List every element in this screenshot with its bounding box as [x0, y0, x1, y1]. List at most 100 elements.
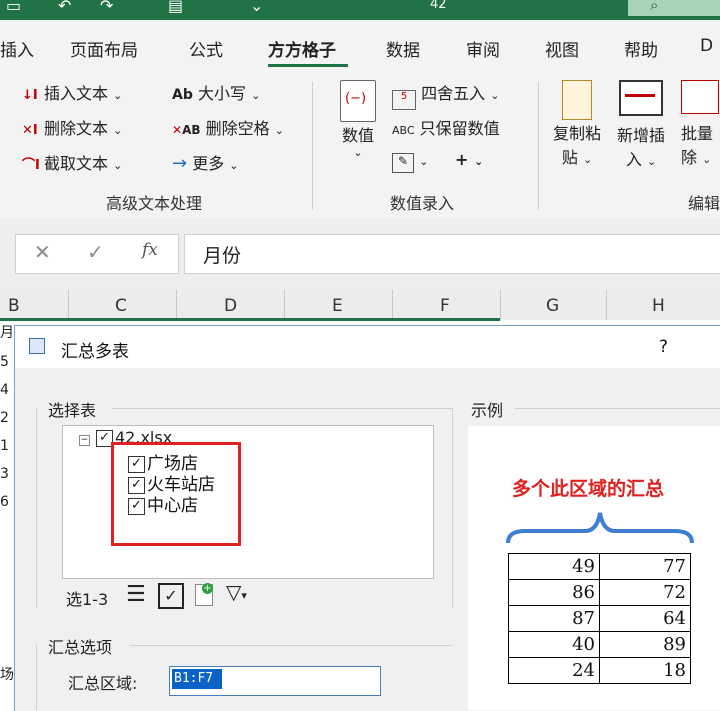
column-divider — [392, 290, 393, 320]
column-header-e[interactable]: E — [332, 296, 343, 316]
example-label: 示例 — [471, 401, 504, 420]
tab-formulas[interactable]: 公式 — [189, 36, 223, 61]
example-table: 49 77 86 72 87 64 40 89 24 18 — [508, 553, 691, 684]
column-header-b[interactable]: B — [8, 296, 20, 316]
group-frame — [515, 408, 720, 409]
ribbon-separator — [538, 82, 539, 210]
keep-values-button[interactable]: ABC 只保留数值 — [392, 115, 500, 139]
title-bar: ▭ ↶ ↷ ▤ ⌄ 42 ⌕ — [0, 0, 720, 20]
enter-icon[interactable]: ✓ — [87, 240, 104, 264]
table-row: 87 64 — [508, 605, 691, 632]
round-icon: 5 — [392, 90, 416, 110]
insert-text-icon: ↓Ⅰ — [22, 88, 38, 103]
cell-fragment: 6 — [0, 494, 9, 510]
case-icon: Ab — [172, 87, 193, 103]
example-caption: 多个此区域的汇总 — [512, 478, 665, 500]
remove-spaces-icon: ✕AB — [172, 123, 201, 137]
delete-text-button[interactable]: ✕Ⅰ 删除文本 ⌄ — [22, 115, 122, 139]
group-frame — [130, 645, 452, 646]
column-divider — [176, 290, 177, 320]
table-row: 49 77 — [508, 553, 691, 580]
column-header-c[interactable]: C — [115, 296, 127, 316]
select-range-label[interactable]: 选1-3 — [66, 586, 108, 610]
abc-icon: ABC — [392, 124, 415, 137]
check-all-icon[interactable]: ✓ — [158, 583, 184, 609]
undo-icon[interactable]: ↶ — [58, 0, 71, 15]
formula-value: 月份 — [203, 245, 242, 267]
help-button[interactable]: ? — [659, 337, 668, 357]
number-icon: (−) — [340, 80, 376, 122]
arrow-right-icon: → — [172, 153, 188, 174]
list-icon[interactable]: ☰ — [126, 582, 146, 607]
group-frame — [36, 408, 37, 608]
extract-text-button[interactable]: ⌒Ⅰ 截取文本 ⌄ — [22, 150, 122, 174]
column-header-row — [0, 290, 720, 320]
copy-paste-button[interactable]: 复制粘 贴 ⌄ — [553, 80, 601, 168]
window-title: 42 — [430, 0, 447, 12]
cancel-icon[interactable]: ✕ — [34, 240, 51, 264]
column-header-f[interactable]: F — [440, 296, 450, 316]
more-button[interactable]: → 更多 ⌄ — [172, 150, 239, 174]
select-table-label: 选择表 — [48, 401, 97, 420]
column-header-d[interactable]: D — [224, 296, 237, 316]
selection-border — [0, 318, 500, 321]
edit-icon: ✎ — [392, 153, 414, 173]
cell-fragment: 4 — [0, 382, 9, 398]
formula-input[interactable]: 月份 — [184, 234, 720, 274]
add-file-icon[interactable]: + — [195, 583, 213, 606]
tab-review[interactable]: 审阅 — [466, 36, 500, 61]
active-tab-indicator — [268, 64, 348, 67]
extract-text-icon: ⌒Ⅰ — [22, 158, 40, 173]
case-button[interactable]: Ab 大小写 ⌄ — [172, 80, 260, 104]
tab-view[interactable]: 视图 — [545, 36, 579, 61]
save-icon[interactable]: ▭ — [6, 0, 21, 15]
round-button[interactable]: 5 四舍五入 ⌄ — [392, 80, 499, 110]
tab-more[interactable]: D — [700, 36, 713, 56]
app-icon — [29, 338, 45, 354]
dialog-title: 汇总多表 — [61, 342, 129, 362]
table-row: 40 89 — [508, 631, 691, 658]
column-divider — [68, 290, 69, 320]
number-button[interactable]: (−) 数值 ⌄ — [335, 80, 381, 172]
tab-help[interactable]: 帮助 — [624, 36, 658, 61]
search-box[interactable]: ⌕ — [628, 0, 720, 16]
brace-icon — [506, 512, 694, 544]
column-header-h[interactable]: H — [652, 296, 665, 316]
cell-fragment: 1 — [0, 438, 9, 454]
group-label-text: 高级文本处理 — [106, 194, 203, 213]
tab-page-layout[interactable]: 页面布局 — [70, 36, 138, 61]
cell-fragment: 3 — [0, 466, 9, 482]
redo-icon[interactable]: ↷ — [100, 0, 113, 15]
group-label-edit: 编辑 — [688, 194, 720, 213]
remove-spaces-button[interactable]: ✕AB 删除空格 ⌄ — [172, 115, 284, 139]
insert-function-icon[interactable]: fx — [142, 240, 158, 260]
ribbon-tabs: 插入 页面布局 公式 方方格子 数据 审阅 视图 帮助 D — [0, 20, 720, 72]
cell-fragment: 5 — [0, 354, 9, 370]
insert-rows-icon — [619, 80, 663, 116]
ribbon-separator — [312, 82, 313, 210]
dialog-title-bar: 汇总多表 ? — [15, 326, 720, 368]
edit-dropdown-button[interactable]: ✎ ⌄ — [392, 150, 428, 173]
plus-button[interactable]: + ⌄ — [455, 150, 483, 169]
column-header-g[interactable]: G — [546, 296, 559, 316]
print-preview-icon[interactable]: ▤ — [168, 0, 183, 15]
group-label-number: 数值录入 — [390, 194, 455, 213]
cell-fragment: 月 — [0, 325, 14, 341]
insert-rows-button[interactable]: 新增插 入 ⌄ — [617, 80, 665, 170]
batch-delete-button[interactable]: 批量 除 ⌄ — [681, 80, 719, 168]
column-divider — [500, 290, 501, 320]
cell-fragment: 2 — [0, 410, 9, 426]
filter-icon[interactable]: ▽▾ — [226, 580, 247, 604]
tab-fangfanggezi[interactable]: 方方格子 — [268, 36, 336, 61]
customize-icon[interactable]: ⌄ — [250, 0, 263, 15]
insert-text-button[interactable]: ↓Ⅰ 插入文本 ⌄ — [22, 80, 122, 104]
collapse-icon[interactable]: − — [79, 435, 90, 446]
group-frame — [36, 645, 37, 710]
tab-insert[interactable]: 插入 — [0, 36, 34, 61]
group-frame — [452, 408, 453, 608]
tab-data[interactable]: 数据 — [386, 36, 420, 61]
group-frame — [112, 408, 452, 409]
table-row: 86 72 — [508, 579, 691, 606]
range-value: B1:F7 — [172, 669, 222, 689]
delete-text-icon: ✕Ⅰ — [22, 123, 38, 138]
